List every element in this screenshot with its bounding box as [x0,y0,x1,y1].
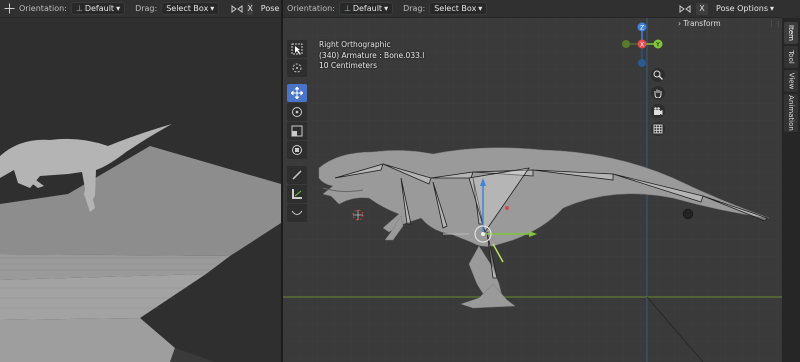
perspective-toggle-button[interactable] [651,122,665,136]
transform-label: Transform [683,19,721,28]
scale-tool[interactable] [287,122,307,140]
chevron-down-icon: ▾ [384,4,389,13]
annotate-tool[interactable] [287,166,307,184]
hand-icon [654,89,662,98]
rotate-icon [292,107,302,117]
tab-animation[interactable]: Animation [784,94,798,132]
drag-dropdown[interactable]: Select Box ▾ [429,2,488,15]
select-box-tool[interactable] [287,40,307,58]
mirror-icon[interactable] [231,2,243,16]
left-viewport[interactable] [0,18,281,362]
right-header: Orientation: ⊥ Default ▾ Drag: Select Bo… [283,0,782,18]
chevron-down-icon: ▾ [210,4,215,13]
active-selection: (340) Armature : Bone.033.l [319,50,425,60]
orientation-label: Orientation: [19,4,67,13]
zoom-button[interactable] [651,68,665,82]
sidebar-header-strip [782,0,800,18]
chevron-down-icon: ▾ [478,4,483,13]
right-viewport[interactable]: Right Orthographic (340) Armature : Bone… [283,18,782,362]
tool-shelf [287,40,309,223]
svg-text:X: X [640,42,644,49]
relax-icon [291,210,303,215]
chevron-down-icon: ▾ [769,4,774,13]
orientation-axes-icon: ⊥ [75,4,83,13]
viewport-info-overlay: Right Orthographic (340) Armature : Bone… [319,40,424,72]
move-icon [291,87,303,99]
tab-view[interactable]: View [784,70,798,92]
measure-tool[interactable] [287,185,307,203]
sidebar-tabs: Item Tool View Animation [782,18,800,362]
pencil-icon [292,170,302,180]
camera-icon [654,107,663,115]
orientation-axes-icon: ⊥ [343,4,351,13]
chevron-down-icon: ▾ [116,4,121,13]
pan-button[interactable] [651,86,665,100]
grid-scale: 10 Centimeters [319,61,378,70]
ruler-icon [292,189,302,199]
x-mirror-toggle[interactable]: X [696,2,709,15]
transform-orientation-icon[interactable] [4,2,15,16]
transform-icon [292,145,302,155]
camera-view-button[interactable] [651,104,665,118]
mirror-icon[interactable] [678,2,692,16]
transform-panel-header[interactable]: › Transform [678,19,721,28]
move-tool[interactable] [287,84,307,102]
scale-icon [291,125,303,137]
cursor-tool[interactable] [287,59,307,77]
panel-drag-handle-icon[interactable]: ⋮⋮ [768,20,782,28]
orientation-value: Default [352,4,383,13]
drag-value: Select Box [166,4,209,13]
chevron-right-icon: › [678,19,681,28]
orientation-dropdown[interactable]: ⊥ Default ▾ [338,2,394,15]
tab-item[interactable]: Item [784,22,798,44]
svg-text:Y: Y [655,42,660,49]
cursor-icon [292,63,302,73]
tab-tool[interactable]: Tool [784,46,798,68]
drag-value: Select Box [434,4,477,13]
drag-dropdown[interactable]: Select Box ▾ [161,2,220,15]
orientation-label: Orientation: [287,4,335,13]
rotate-tool[interactable] [287,103,307,121]
relax-tool[interactable] [287,204,307,222]
view-name: Right Orthographic [319,40,391,49]
pose-options-dropdown[interactable]: Pose Options ▾ [712,3,778,14]
svg-text:Z: Z [640,25,644,32]
pose-options-label: Pose Options [716,4,768,13]
left-header: Orientation: ⊥ Default ▾ Drag: Select Bo… [0,0,281,18]
left-viewport-scene [0,18,281,362]
drag-label: Drag: [403,4,426,13]
drag-label: Drag: [135,4,158,13]
pose-options-dropdown[interactable]: Pose Options ▾ [257,3,281,14]
transform-tool[interactable] [287,141,307,159]
select-box-icon [291,43,303,55]
orientation-dropdown[interactable]: ⊥ Default ▾ [70,2,126,15]
orientation-value: Default [84,4,115,13]
pose-options-label: Pose Options [260,4,281,13]
grid-icon [653,124,663,134]
x-mirror-toggle[interactable]: X [247,2,253,15]
magnifier-icon [653,70,663,80]
